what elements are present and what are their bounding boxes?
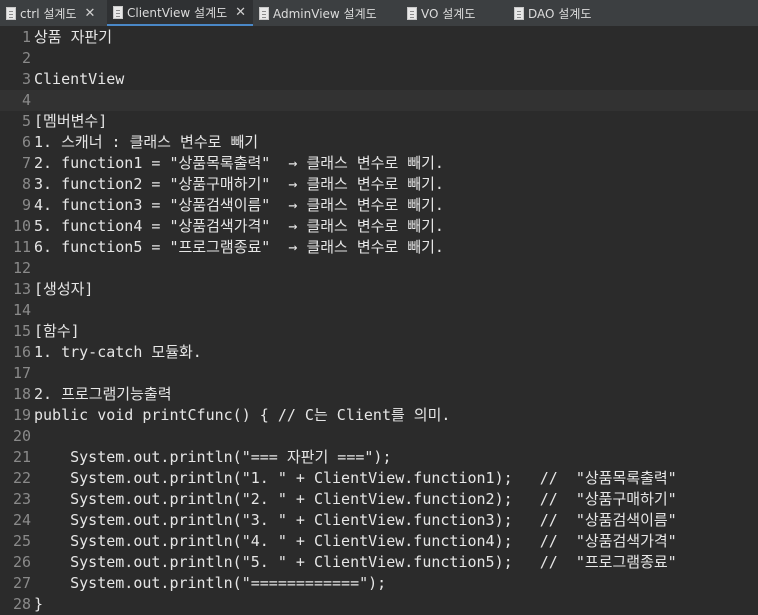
- editor-tab-3[interactable]: VO 설계도: [401, 0, 508, 26]
- line-number: 17: [12, 364, 31, 382]
- code-line[interactable]: 17: [0, 363, 758, 384]
- code-line[interactable]: 26 System.out.println("5. " + ClientView…: [0, 552, 758, 573]
- tab-label: AdminView 설계도: [273, 6, 377, 21]
- code-text: 2. 프로그램기능출력: [34, 385, 172, 403]
- line-number: 24: [12, 511, 31, 529]
- line-number: 19: [12, 406, 31, 424]
- code-text: System.out.println("2. " + ClientView.fu…: [34, 490, 677, 508]
- text-file-icon: [407, 6, 417, 20]
- code-text: 4. function3 = "상품검색이름" → 클래스 변수로 빼기.: [34, 196, 444, 214]
- tab-label: ctrl 설계도: [20, 6, 77, 21]
- text-file-icon: [259, 6, 269, 20]
- line-number: 6: [21, 133, 31, 151]
- code-text: [생성자]: [34, 280, 94, 298]
- line-number: 27: [12, 574, 31, 592]
- line-number: 14: [12, 301, 31, 319]
- code-text: 6. function5 = "프로그램종료" → 클래스 변수로 빼기.: [34, 238, 444, 256]
- line-number: 10: [12, 217, 31, 235]
- line-number: 3: [21, 70, 31, 88]
- code-line[interactable]: 25 System.out.println("4. " + ClientView…: [0, 531, 758, 552]
- code-text: 상품 자판기: [34, 28, 113, 46]
- editor-tab-bar: ctrl 설계도 ✕ ClientView 설계도 ✕ AdminView 설계도 VO …: [0, 0, 758, 27]
- code-line[interactable]: 15 [함수]: [0, 321, 758, 342]
- line-number: 9: [21, 196, 31, 214]
- code-line[interactable]: 24 System.out.println("3. " + ClientView…: [0, 510, 758, 531]
- line-number: 23: [12, 490, 31, 508]
- line-number: 28: [12, 595, 31, 613]
- code-line[interactable]: 22 System.out.println("1. " + ClientView…: [0, 468, 758, 489]
- code-line[interactable]: 8 3. function2 = "상품구매하기" → 클래스 변수로 빼기.: [0, 174, 758, 195]
- close-tab-icon[interactable]: ✕: [85, 6, 96, 21]
- tab-label: DAO 설계도: [528, 6, 592, 21]
- line-number: 7: [21, 154, 31, 172]
- code-line[interactable]: 3 ClientView: [0, 69, 758, 90]
- editor-tab-2[interactable]: AdminView 설계도: [253, 0, 401, 26]
- text-file-icon: [514, 6, 524, 20]
- line-number: 20: [12, 427, 31, 445]
- editor-tab-1[interactable]: ClientView 설계도 ✕: [107, 0, 253, 26]
- code-line[interactable]: 16 1. try-catch 모듈화.: [0, 342, 758, 363]
- text-file-icon: [113, 5, 123, 19]
- code-line[interactable]: 13 [생성자]: [0, 279, 758, 300]
- code-line[interactable]: 11 6. function5 = "프로그램종료" → 클래스 변수로 빼기.: [0, 237, 758, 258]
- line-number: 8: [21, 175, 31, 193]
- text-file-icon: [6, 6, 16, 20]
- tab-label: VO 설계도: [421, 6, 476, 21]
- code-text: 5. function4 = "상품검색가격" → 클래스 변수로 빼기.: [34, 217, 444, 235]
- code-text: 1. try-catch 모듈화.: [34, 343, 202, 361]
- code-text: public void printCfunc() { // C는 Client를…: [34, 406, 451, 424]
- code-text: 2. function1 = "상품목록출력" → 클래스 변수로 빼기.: [34, 154, 444, 172]
- line-number: 22: [12, 469, 31, 487]
- code-text: [멤버변수]: [34, 112, 108, 130]
- close-tab-icon[interactable]: ✕: [235, 5, 246, 20]
- line-number: 25: [12, 532, 31, 550]
- line-number: 16: [12, 343, 31, 361]
- code-line[interactable]: 20: [0, 426, 758, 447]
- code-line[interactable]: 9 4. function3 = "상품검색이름" → 클래스 변수로 빼기.: [0, 195, 758, 216]
- code-text: }: [34, 595, 44, 613]
- code-text: [함수]: [34, 322, 80, 340]
- code-line[interactable]: 14: [0, 300, 758, 321]
- code-line[interactable]: 19 public void printCfunc() { // C는 Clien…: [0, 405, 758, 426]
- editor-tab-4[interactable]: DAO 설계도: [508, 0, 628, 26]
- code-text: System.out.println("5. " + ClientView.fu…: [34, 553, 677, 571]
- code-text: 3. function2 = "상품구매하기" → 클래스 변수로 빼기.: [34, 175, 444, 193]
- code-line[interactable]: 28}: [0, 594, 758, 615]
- code-text: System.out.println("=== 자판기 ===");: [34, 448, 392, 466]
- code-text: ClientView: [34, 70, 125, 88]
- code-line[interactable]: 12: [0, 258, 758, 279]
- line-number: 13: [12, 280, 31, 298]
- line-number: 18: [12, 385, 31, 403]
- line-number: 2: [21, 49, 31, 67]
- line-number: 15: [12, 322, 31, 340]
- code-line[interactable]: 1 상품 자판기: [0, 27, 758, 48]
- text-editor[interactable]: 1 상품 자판기 2 3 ClientView 4 5 [멤버변수] 6 1. 스캐너 : 클래스…: [0, 27, 758, 615]
- line-number: 1: [21, 28, 31, 46]
- code-text: System.out.println("4. " + ClientView.fu…: [34, 532, 677, 550]
- line-number: 12: [12, 259, 31, 277]
- code-line[interactable]: 6 1. 스캐너 : 클래스 변수로 빼기: [0, 132, 758, 153]
- code-text: System.out.println("3. " + ClientView.fu…: [34, 511, 677, 529]
- code-line[interactable]: 21 System.out.println("=== 자판기 ===");: [0, 447, 758, 468]
- code-text: System.out.println("1. " + ClientView.fu…: [34, 469, 677, 487]
- line-number: 11: [12, 238, 31, 256]
- code-line[interactable]: 2: [0, 48, 758, 69]
- line-number: 4: [21, 91, 31, 109]
- line-number: 26: [12, 553, 31, 571]
- code-line[interactable]: 4: [0, 90, 758, 111]
- line-number: 21: [12, 448, 31, 466]
- code-line[interactable]: 18 2. 프로그램기능출력: [0, 384, 758, 405]
- code-line[interactable]: 27 System.out.println("============");: [0, 573, 758, 594]
- tab-label: ClientView 설계도: [127, 5, 228, 20]
- line-number: 5: [21, 112, 31, 130]
- code-text: 1. 스캐너 : 클래스 변수로 빼기: [34, 133, 259, 151]
- code-line[interactable]: 5 [멤버변수]: [0, 111, 758, 132]
- code-line[interactable]: 10 5. function4 = "상품검색가격" → 클래스 변수로 빼기.: [0, 216, 758, 237]
- code-line[interactable]: 23 System.out.println("2. " + ClientView…: [0, 489, 758, 510]
- code-text: System.out.println("============");: [34, 574, 387, 592]
- code-line[interactable]: 7 2. function1 = "상품목록출력" → 클래스 변수로 빼기.: [0, 153, 758, 174]
- editor-tab-0[interactable]: ctrl 설계도 ✕: [0, 0, 107, 26]
